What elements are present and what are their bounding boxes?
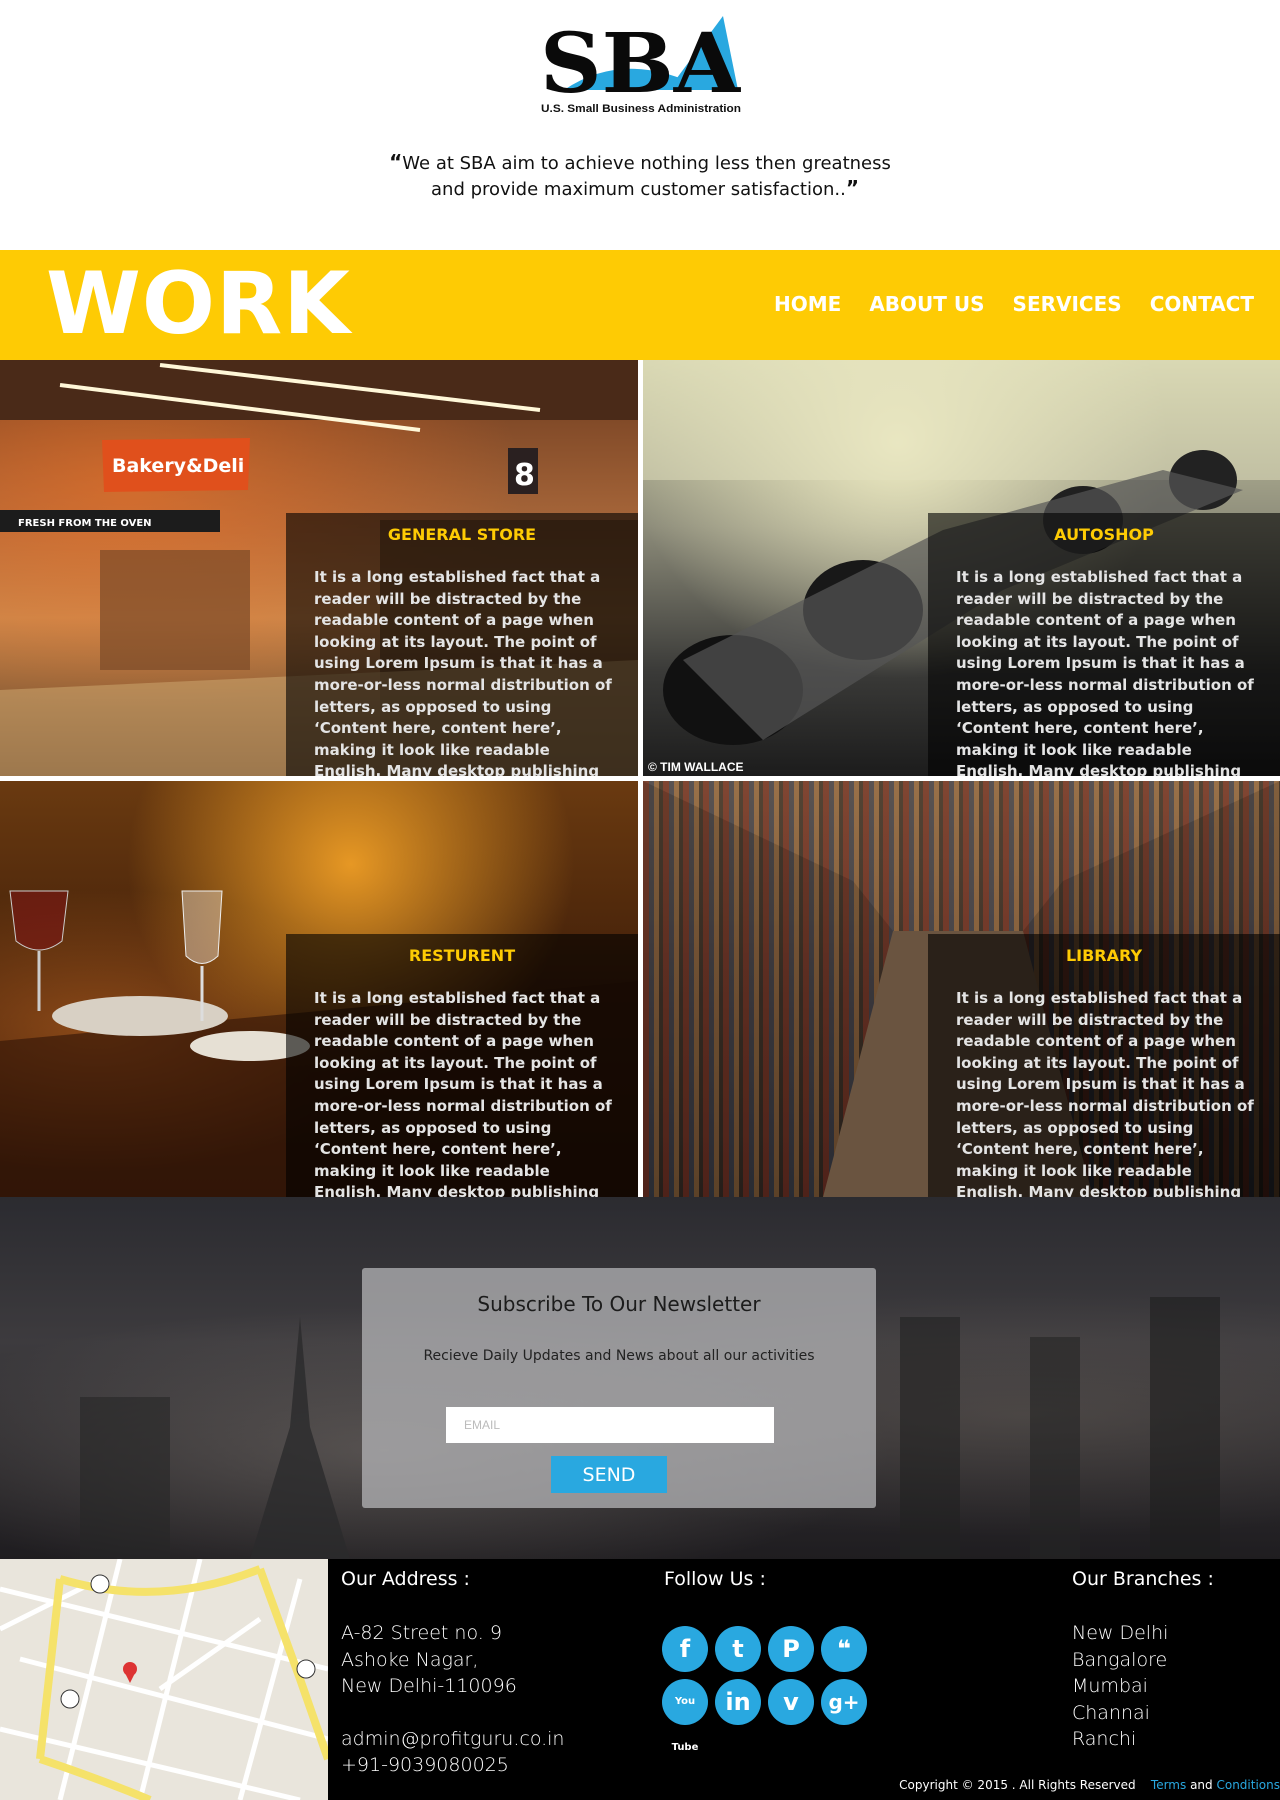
- bakery-sign: Bakery&Deli: [112, 455, 244, 477]
- newsletter-title: Subscribe To Our Newsletter: [477, 1292, 761, 1316]
- and-text: and: [1190, 1778, 1213, 1792]
- branch-item: Bangalore: [1072, 1648, 1168, 1671]
- address-line-1: A-82 Street no. 9: [341, 1622, 502, 1644]
- autoshop-text: It is a long established fact that a rea…: [956, 568, 1254, 776]
- pinterest-icon[interactable]: P: [768, 1626, 814, 1672]
- terms-link[interactable]: Terms: [1151, 1778, 1186, 1792]
- linkedin-icon[interactable]: in: [715, 1679, 761, 1725]
- main-nav: HOME ABOUT US SERVICES CONTACT: [746, 292, 1254, 316]
- oven-sign: FRESH FROM THE OVEN: [18, 518, 152, 529]
- resturent-title: RESTURENT: [408, 946, 516, 965]
- resturent-text: It is a long established fact that a rea…: [314, 989, 612, 1197]
- copyright-text: Copyright © 2015 . All Rights Reserved: [899, 1778, 1136, 1792]
- tile-library[interactable]: LIBRARY It is a long established fact th…: [643, 781, 1280, 1197]
- branch-item: Channai: [1072, 1701, 1150, 1724]
- newsletter-subtitle: Recieve Daily Updates and News about all…: [423, 1348, 815, 1364]
- send-button[interactable]: SEND: [551, 1456, 667, 1493]
- nav-services[interactable]: SERVICES: [1013, 292, 1122, 316]
- nav-contact[interactable]: CONTACT: [1150, 292, 1254, 316]
- location-map[interactable]: [0, 1559, 328, 1800]
- library-title: LIBRARY: [1065, 946, 1143, 965]
- quote-open: “: [389, 150, 403, 174]
- follow-title: Follow Us :: [664, 1568, 766, 1590]
- autoshop-panel: AUTOSHOP It is a long established fact t…: [928, 513, 1280, 776]
- conditions-link[interactable]: Conditions: [1216, 1778, 1280, 1792]
- resturent-panel: RESTURENT It is a long established fact …: [286, 934, 638, 1197]
- branch-item: Mumbai: [1072, 1675, 1148, 1697]
- newsletter-card: Subscribe To Our Newsletter Recieve Dail…: [362, 1268, 876, 1508]
- general-store-title: GENERAL STORE: [387, 525, 537, 544]
- library-text: It is a long established fact that a rea…: [956, 989, 1254, 1197]
- vimeo-icon[interactable]: v: [768, 1679, 814, 1725]
- page-title: WORK: [46, 254, 351, 354]
- quote-close: ”: [845, 176, 859, 200]
- logo-text: SBA: [540, 16, 741, 112]
- general-store-text: It is a long established fact that a rea…: [314, 568, 612, 776]
- email-input[interactable]: [446, 1407, 774, 1443]
- nav-home[interactable]: HOME: [774, 292, 841, 316]
- tile-autoshop[interactable]: © TIM WALLACE AUTOSHOP It is a long esta…: [643, 360, 1280, 776]
- general-store-panel: GENERAL STORE It is a long established f…: [286, 513, 638, 776]
- autoshop-title: AUTOSHOP: [1054, 525, 1154, 544]
- address-title: Our Address :: [341, 1568, 470, 1590]
- quote-line-1: We at SBA aim to achieve nothing less th…: [402, 153, 891, 174]
- tile-general-store[interactable]: Bakery&Deli FRESH FROM THE OVEN 8 GENERA…: [0, 360, 638, 776]
- tumblr-icon[interactable]: t: [715, 1626, 761, 1672]
- photo-credit: © TIM WALLACE: [648, 760, 744, 774]
- facebook-icon[interactable]: f: [662, 1626, 708, 1672]
- tagline-quote: “We at SBA aim to achieve nothing less t…: [0, 150, 1280, 202]
- quote-line-2: and provide maximum customer satisfactio…: [431, 179, 846, 200]
- library-panel: LIBRARY It is a long established fact th…: [928, 934, 1280, 1197]
- copyright-bar: Copyright © 2015 . All Rights Reserved T…: [899, 1778, 1280, 1792]
- contact-phone: +91-9039080025: [341, 1754, 509, 1776]
- aisle-sign: 8: [514, 458, 535, 493]
- twitter-icon[interactable]: ❝: [821, 1626, 867, 1672]
- google-plus-icon[interactable]: g+: [821, 1679, 867, 1725]
- tile-resturent[interactable]: RESTURENT It is a long established fact …: [0, 781, 638, 1197]
- sba-logo: SBA U.S. Small Business Administration: [540, 12, 746, 118]
- branches-title: Our Branches :: [1072, 1568, 1214, 1590]
- branch-item: Ranchi: [1072, 1728, 1137, 1750]
- branch-item: New Delhi: [1072, 1622, 1169, 1644]
- youtube-icon[interactable]: You Tube: [662, 1679, 708, 1753]
- address-line-2: Ashoke Nagar,: [341, 1648, 479, 1671]
- logo-subtitle: U.S. Small Business Administration: [541, 103, 741, 115]
- contact-email[interactable]: admin@profitguru.co.in: [341, 1726, 564, 1753]
- branches-list: New Delhi Bangalore Mumbai Channai Ranch…: [1072, 1620, 1168, 1753]
- address-block: A-82 Street no. 9 Ashoke Nagar, New Delh…: [341, 1620, 564, 1779]
- nav-about-us[interactable]: ABOUT US: [869, 292, 984, 316]
- address-line-3: New Delhi-110096: [341, 1675, 517, 1697]
